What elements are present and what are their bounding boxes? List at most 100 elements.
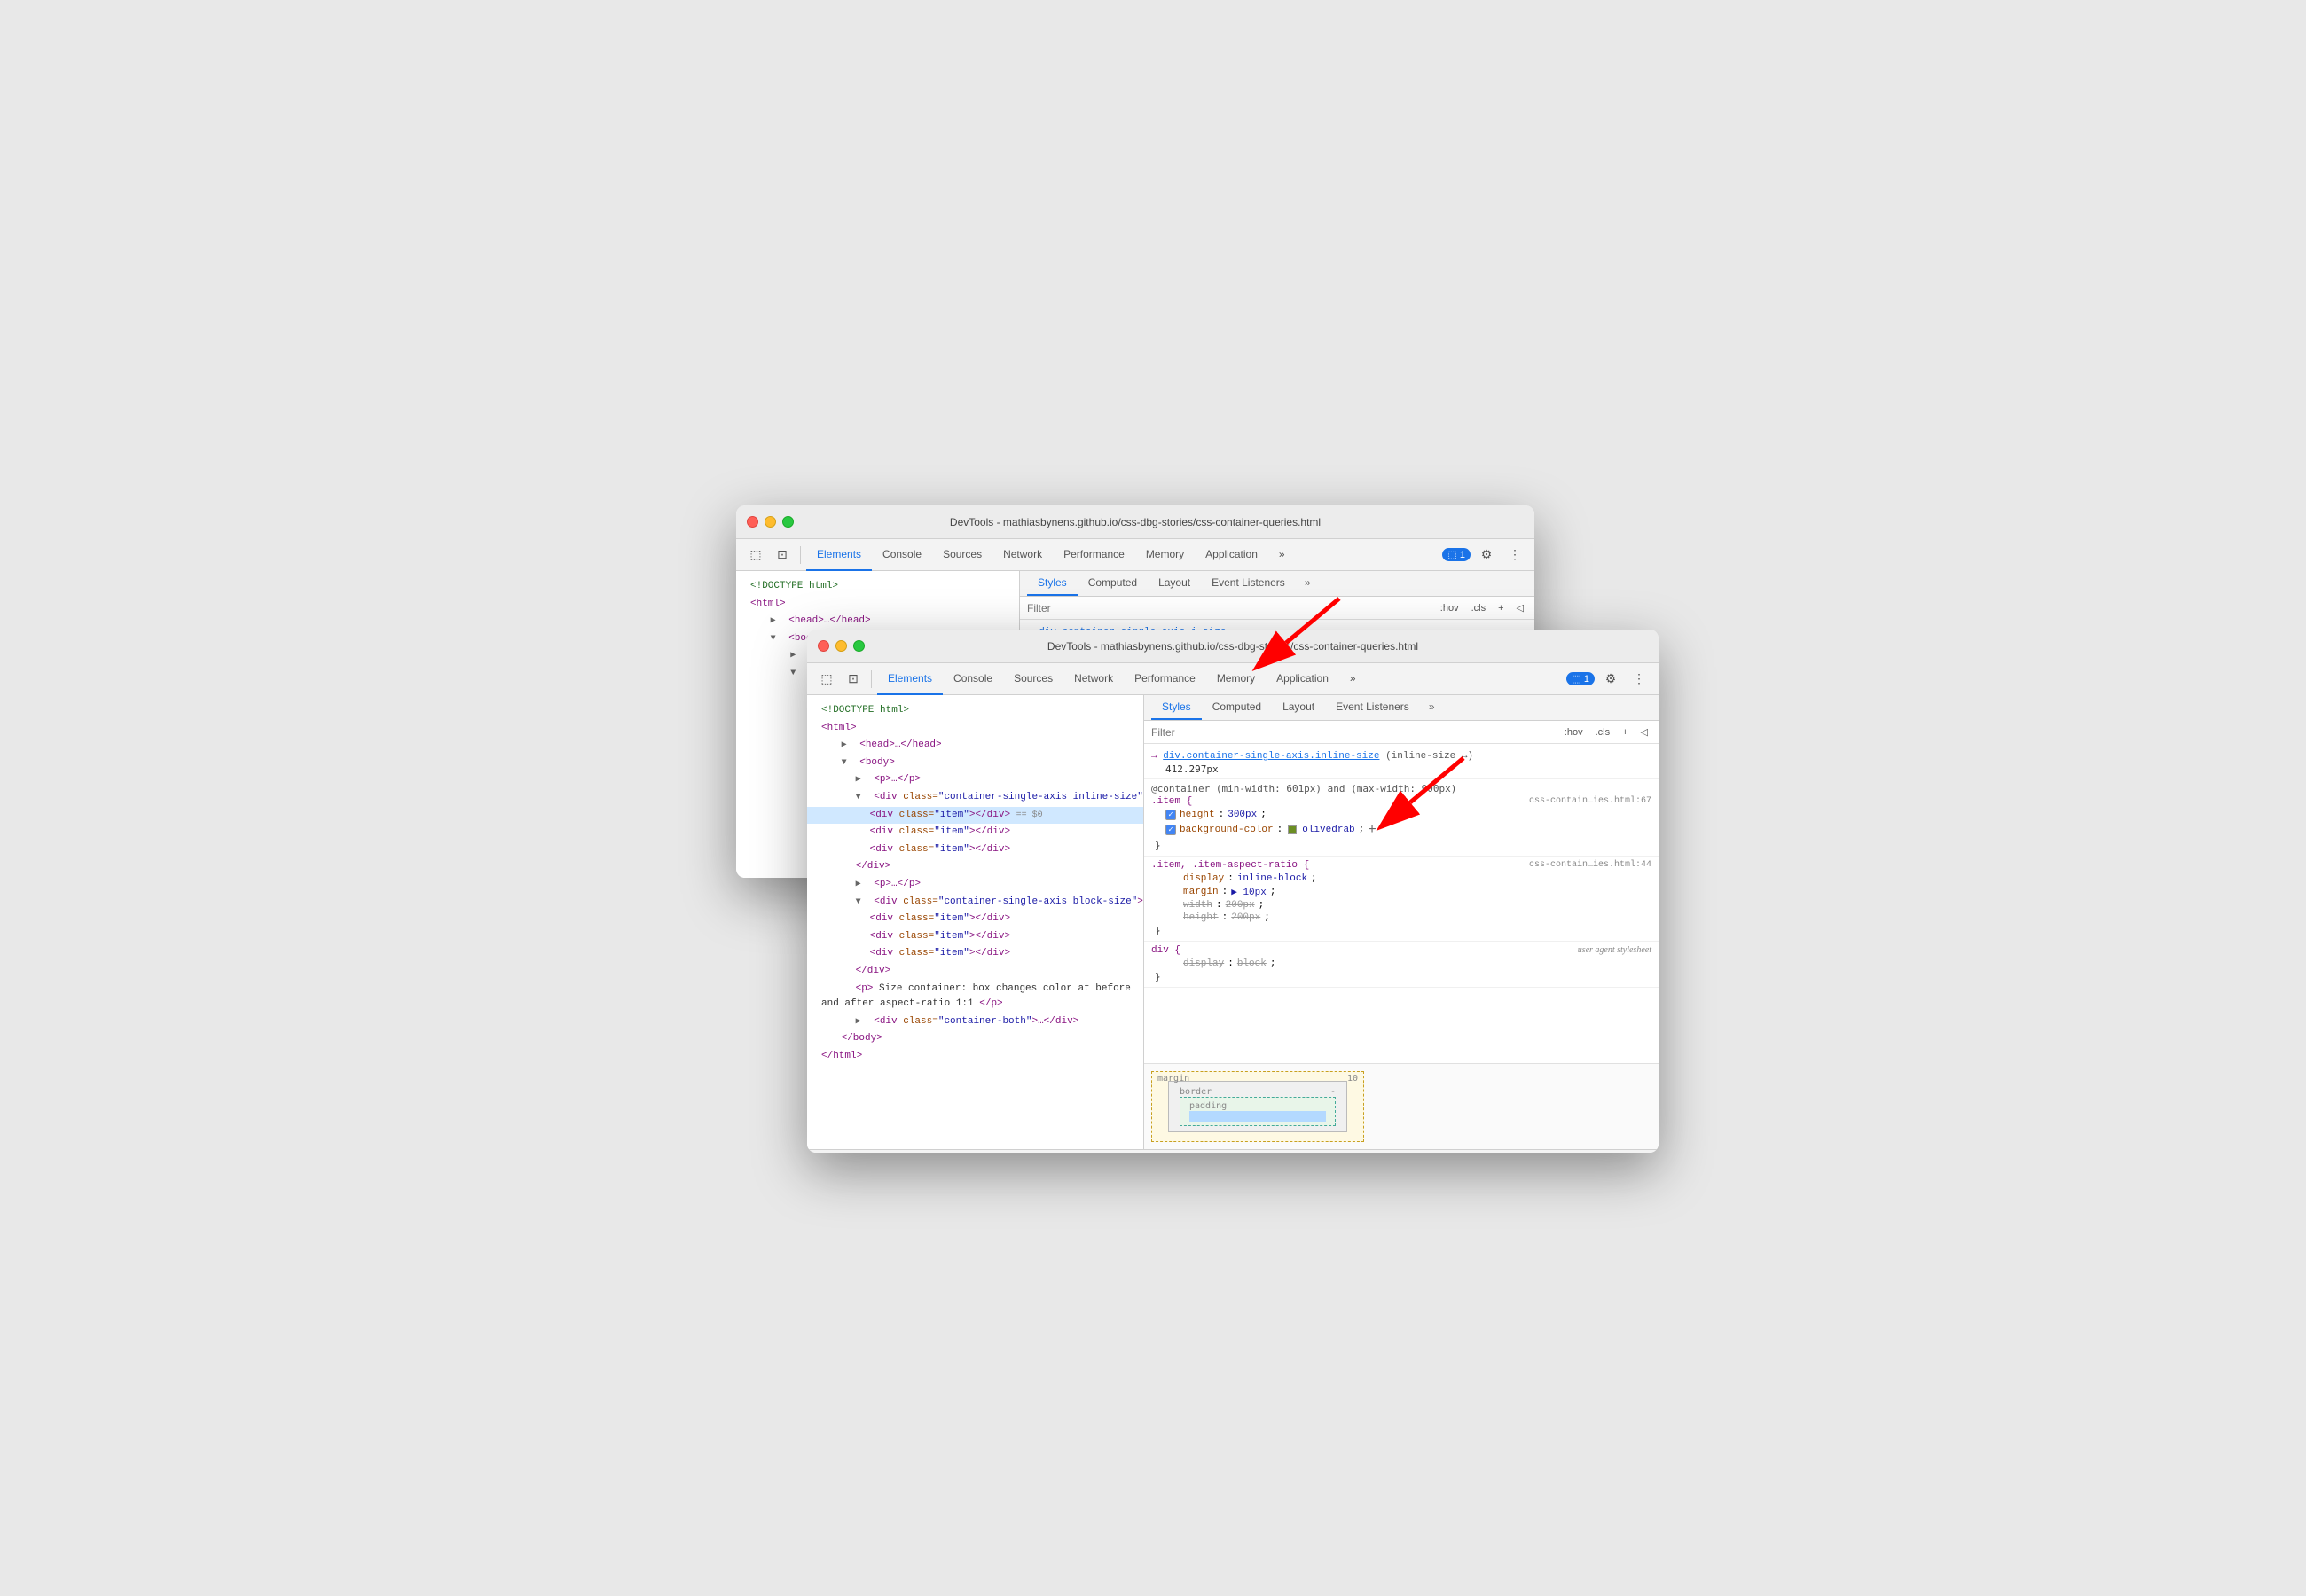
filter-input-front[interactable] [1151, 726, 1556, 739]
tab-application-front[interactable]: Application [1266, 663, 1339, 695]
css-selector-3: .item, .item-aspect-ratio { css-contain…… [1151, 860, 1651, 871]
filter-bar-back: :hov .cls + ◁ [1020, 597, 1534, 620]
tab-more-back[interactable]: » [1268, 539, 1296, 571]
tab-network-front[interactable]: Network [1063, 663, 1124, 695]
box-model-area: margin 10 border - padding [1144, 1063, 1659, 1149]
filter-controls-back: :hov .cls + ◁ [1437, 600, 1527, 615]
dom-line: <div class="item"></div> [807, 945, 1143, 963]
dom-line: ▶ <div class="container-both">…</div> [807, 1013, 1143, 1031]
feedback-badge-front[interactable]: ⬚ 1 [1566, 672, 1595, 685]
dom-panel-front: <!DOCTYPE html> <html> ▶ <head>…</head> … [807, 695, 1144, 1149]
css-property: ✓ background-color: olivedrab; + [1151, 821, 1651, 839]
tab-styles-front[interactable]: Styles [1151, 695, 1202, 720]
tab-sources-front[interactable]: Sources [1003, 663, 1063, 695]
property-checkbox-bg[interactable]: ✓ [1165, 825, 1176, 835]
at-rule-2: @container (min-width: 601px) and (max-w… [1151, 783, 1651, 794]
tab-list-front: Elements Console Sources Network Perform… [877, 663, 1565, 695]
minimize-button-back[interactable] [765, 516, 776, 528]
maximize-button-back[interactable] [782, 516, 794, 528]
tab-event-listeners-back[interactable]: Event Listeners [1201, 571, 1296, 596]
css-property: display: inline-block; [1151, 872, 1651, 885]
tab-more-front[interactable]: » [1339, 663, 1367, 695]
css-selector-4: div { user agent stylesheet [1151, 945, 1651, 956]
device-icon-front[interactable]: ⊡ [841, 667, 866, 692]
cursor-icon[interactable]: ⬚ [743, 543, 768, 567]
close-button-front[interactable] [818, 640, 829, 652]
tab-sources-back[interactable]: Sources [932, 539, 992, 571]
maximize-button-front[interactable] [853, 640, 865, 652]
styles-panel-front: Styles Computed Layout Event Listeners »… [1144, 695, 1659, 1149]
css-property: height: 200px; [1151, 911, 1651, 924]
close-button-back[interactable] [747, 516, 758, 528]
tab-application-back[interactable]: Application [1195, 539, 1268, 571]
minimize-button-front[interactable] [835, 640, 847, 652]
filter-input-back[interactable] [1027, 602, 1431, 614]
add-property-btn[interactable]: + [1368, 822, 1377, 838]
tab-memory-front[interactable]: Memory [1206, 663, 1266, 695]
css-rule-1: → div.container-single-axis.inline-size … [1144, 747, 1659, 779]
color-swatch [1288, 825, 1297, 834]
traffic-lights-back [747, 516, 794, 528]
window-title-back: DevTools - mathiasbynens.github.io/css-d… [950, 516, 1321, 528]
close-brace: } [1151, 924, 1651, 937]
tab-list-back: Elements Console Sources Network Perform… [806, 539, 1440, 571]
hov-button-back[interactable]: :hov [1437, 601, 1463, 615]
filter-bar-front: :hov .cls + ◁ [1144, 721, 1659, 744]
toggle-button-front[interactable]: ◁ [1637, 724, 1651, 739]
dom-line: <div class="item"></div> [807, 841, 1143, 859]
tab-console-back[interactable]: Console [872, 539, 932, 571]
hov-button-front[interactable]: :hov [1561, 725, 1587, 739]
dom-line: <!DOCTYPE html> [736, 578, 1019, 596]
filter-controls-front: :hov .cls + ◁ [1561, 724, 1651, 739]
plus-button-back[interactable]: + [1494, 601, 1507, 615]
tab-event-listeners-front[interactable]: Event Listeners [1325, 695, 1420, 720]
tab-styles-back[interactable]: Styles [1027, 571, 1078, 596]
tab-memory-back[interactable]: Memory [1135, 539, 1195, 571]
device-icon[interactable]: ⊡ [770, 543, 795, 567]
traffic-lights-front [818, 640, 865, 652]
tab-computed-front[interactable]: Computed [1202, 695, 1272, 720]
tab-performance-back[interactable]: Performance [1053, 539, 1135, 571]
margin-label: margin [1157, 1074, 1189, 1084]
close-brace: } [1151, 970, 1651, 983]
cls-button-back[interactable]: .cls [1468, 601, 1490, 615]
cls-button-front[interactable]: .cls [1592, 725, 1614, 739]
tab-elements-back[interactable]: Elements [806, 539, 872, 571]
css-selector-2: .item { css-contain…ies.html:67 [1151, 796, 1651, 807]
dom-line: ▼ <div class="container-single-axis inli… [807, 789, 1143, 807]
toolbar-divider [800, 546, 801, 564]
css-property: ✓ height: 300px; [1151, 809, 1651, 821]
dom-line-selected[interactable]: <div class="item"></div> == $0 [807, 807, 1143, 825]
css-selector-1: → div.container-single-axis.inline-size … [1151, 751, 1651, 762]
selector-link-1[interactable]: div.container-single-axis.inline-size [1163, 751, 1379, 762]
cursor-icon-front[interactable]: ⬚ [814, 667, 839, 692]
title-bar-back: DevTools - mathiasbynens.github.io/css-d… [736, 505, 1534, 539]
tab-more-styles-front[interactable]: » [1422, 695, 1442, 720]
toolbar-front: ⬚ ⊡ Elements Console Sources Network Per… [807, 663, 1659, 695]
tab-more-styles-back[interactable]: » [1298, 571, 1318, 596]
tab-elements-front[interactable]: Elements [877, 663, 943, 695]
file-ref-2: css-contain…ies.html:67 [1529, 796, 1651, 806]
settings-icon-front[interactable]: ⚙ [1598, 667, 1623, 692]
feedback-badge-back[interactable]: ⬚ 1 [1442, 548, 1471, 561]
more-icon-back[interactable]: ⋮ [1502, 543, 1527, 567]
tab-computed-back[interactable]: Computed [1078, 571, 1148, 596]
dom-line: <div class="item"></div> [807, 824, 1143, 841]
dom-line: ▼ <div class="container-single-axis bloc… [807, 894, 1143, 911]
plus-button-front[interactable]: + [1619, 725, 1631, 739]
toggle-button-back[interactable]: ◁ [1513, 600, 1527, 615]
tab-performance-front[interactable]: Performance [1124, 663, 1206, 695]
tab-console-front[interactable]: Console [943, 663, 1003, 695]
tab-layout-front[interactable]: Layout [1272, 695, 1325, 720]
property-checkbox-height[interactable]: ✓ [1165, 810, 1176, 820]
tab-network-back[interactable]: Network [992, 539, 1053, 571]
toolbar-divider-front [871, 670, 872, 688]
more-icon-front[interactable]: ⋮ [1627, 667, 1651, 692]
padding-label: padding [1189, 1101, 1227, 1111]
dom-line: </div> [807, 963, 1143, 981]
settings-icon-back[interactable]: ⚙ [1474, 543, 1499, 567]
size-value: 412.297px [1151, 763, 1651, 775]
toolbar-right-front: ⬚ 1 ⚙ ⋮ [1566, 667, 1651, 692]
tab-layout-back[interactable]: Layout [1148, 571, 1201, 596]
content-box [1189, 1111, 1326, 1122]
